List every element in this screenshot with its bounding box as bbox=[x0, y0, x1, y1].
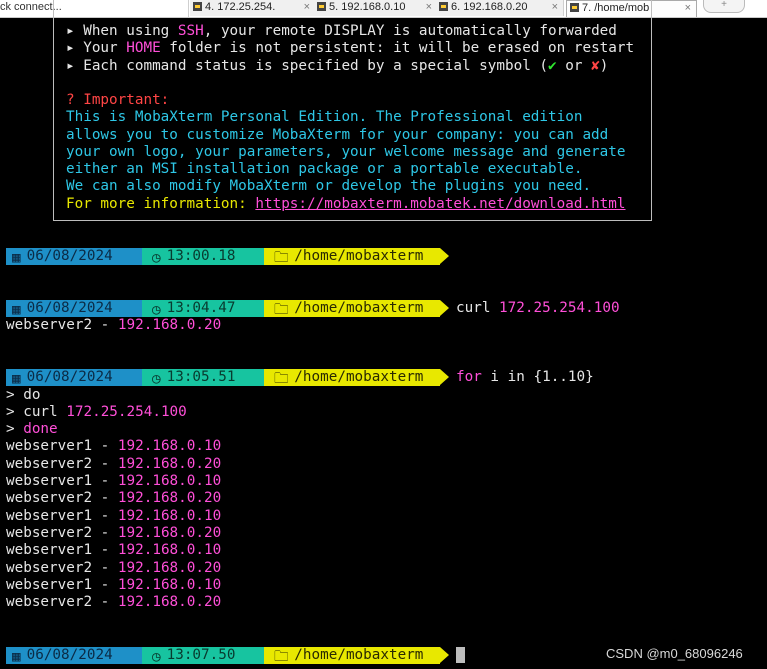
folder-icon: 🗀 bbox=[274, 250, 289, 266]
loop-line-curl: > curl 172.25.254.100 bbox=[6, 404, 187, 420]
output-line: webserver2 - 192.168.0.20 bbox=[6, 490, 222, 506]
output-line: webserver2 - 192.168.0.20 bbox=[6, 317, 222, 333]
command-text: for i in {1..10} bbox=[456, 369, 594, 385]
edition-line: We can also modify MobaXterm or develop … bbox=[66, 178, 592, 194]
calendar-icon: ▦ bbox=[12, 371, 21, 387]
prompt-date: ▦ 06/08/2024 bbox=[6, 647, 142, 665]
check-icon: ✔ bbox=[548, 58, 557, 74]
output-line: webserver1 - 192.168.0.10 bbox=[6, 473, 222, 489]
output-line: webserver1 - 192.168.0.10 bbox=[6, 508, 222, 524]
output-line: webserver2 - 192.168.0.20 bbox=[6, 525, 222, 541]
prompt-path: 🗀/home/mobaxterm bbox=[264, 647, 440, 665]
command-input[interactable] bbox=[456, 647, 465, 665]
prompt-time: ◷ 13:07.50 bbox=[142, 647, 264, 665]
text-cursor bbox=[456, 647, 465, 663]
new-tab-button[interactable]: + bbox=[703, 0, 745, 13]
folder-icon: 🗀 bbox=[274, 302, 289, 318]
welcome-bullet-home: ▸ Your HOME folder is not persistent: it… bbox=[66, 40, 635, 56]
output-line: webserver2 - 192.168.0.20 bbox=[6, 560, 222, 576]
prompt-time: ◷ 13:05.51 bbox=[142, 369, 264, 387]
prompt-path: 🗀/home/mobaxterm bbox=[264, 300, 440, 318]
folder-icon: 🗀 bbox=[274, 371, 289, 387]
output-line: webserver1 - 192.168.0.10 bbox=[6, 438, 222, 454]
output-line: webserver2 - 192.168.0.20 bbox=[6, 594, 222, 610]
important-heading: ? Important: bbox=[66, 92, 170, 108]
edition-line: This is MobaXterm Personal Edition. The … bbox=[66, 109, 583, 125]
prompt-date: ▦ 06/08/2024 bbox=[6, 248, 142, 266]
clock-icon: ◷ bbox=[152, 371, 161, 387]
welcome-bullet-status: ▸ Each command status is specified by a … bbox=[66, 58, 609, 74]
prompt-line: ▦ 06/08/2024 ◷ 13:04.47 🗀/home/mobaxterm c… bbox=[6, 300, 766, 318]
download-link[interactable]: https://mobaxterm.mobatek.net/download.h… bbox=[255, 196, 625, 212]
command-text: curl 172.25.254.100 bbox=[456, 300, 620, 316]
watermark: CSDN @m0_68096246 bbox=[606, 646, 743, 661]
clock-icon: ◷ bbox=[152, 649, 161, 665]
calendar-icon: ▦ bbox=[12, 250, 21, 266]
prompt-time: ◷ 13:00.18 bbox=[142, 248, 264, 266]
edition-line: allows you to customize MobaXterm for yo… bbox=[66, 127, 609, 143]
edition-line: your own logo, your parameters, your wel… bbox=[66, 144, 626, 160]
folder-icon: 🗀 bbox=[274, 649, 289, 665]
clock-icon: ◷ bbox=[152, 250, 161, 266]
prompt-path: 🗀/home/mobaxterm bbox=[264, 248, 440, 266]
bullet-icon: ▸ bbox=[66, 23, 75, 39]
prompt-line: ▦ 06/08/2024 ◷ 13:00.18 🗀/home/mobaxterm bbox=[6, 248, 766, 266]
cross-icon: ✘ bbox=[591, 58, 600, 74]
edition-line: either an MSI installation package or a … bbox=[66, 161, 583, 177]
loop-line-do: > do bbox=[6, 387, 41, 403]
output-line: webserver1 - 192.168.0.10 bbox=[6, 577, 222, 593]
prompt-line: ▦ 06/08/2024 ◷ 13:05.51 🗀/home/mobaxterm f… bbox=[6, 369, 766, 387]
output-line: webserver2 - 192.168.0.20 bbox=[6, 456, 222, 472]
output-line: webserver1 - 192.168.0.10 bbox=[6, 542, 222, 558]
calendar-icon: ▦ bbox=[12, 649, 21, 665]
loop-line-done: > done bbox=[6, 421, 58, 437]
bullet-icon: ▸ bbox=[66, 58, 75, 74]
bullet-icon: ▸ bbox=[66, 40, 75, 56]
prompt-path: 🗀/home/mobaxterm bbox=[264, 369, 440, 387]
welcome-bullet-ssh: ▸ When using SSH, your remote DISPLAY is… bbox=[66, 23, 617, 39]
prompt-time: ◷ 13:04.47 bbox=[142, 300, 264, 318]
prompt-date: ▦ 06/08/2024 bbox=[6, 300, 142, 318]
prompt-line-current[interactable]: ▦ 06/08/2024 ◷ 13:07.50 🗀/home/mobaxterm bbox=[6, 647, 606, 665]
prompt-date: ▦ 06/08/2024 bbox=[6, 369, 142, 387]
more-info-line: For more information: https://mobaxterm.… bbox=[66, 196, 626, 212]
close-icon[interactable]: × bbox=[685, 1, 691, 16]
